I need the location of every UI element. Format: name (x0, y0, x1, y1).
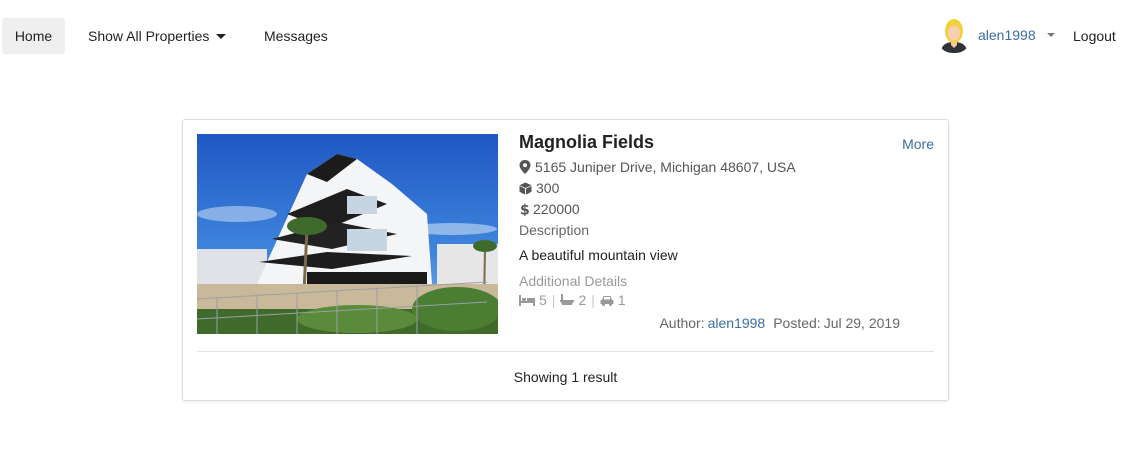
cube-icon (519, 182, 532, 195)
nav-messages-link[interactable]: Messages (264, 18, 328, 54)
description-label: Description (519, 222, 590, 238)
more-link[interactable]: More (902, 136, 934, 152)
posted-label: Posted: (773, 315, 821, 331)
address-text: 5165 Juniper Drive, Michigan 48607, USA (535, 159, 796, 175)
separator: | (551, 292, 556, 308)
address-row: 5165 Juniper Drive, Michigan 48607, USA (519, 159, 796, 175)
area-row: 300 (519, 180, 559, 196)
posted-date: Jul 29, 2019 (823, 315, 900, 331)
divider (197, 351, 934, 352)
beds-count: 5 (539, 292, 547, 308)
nav-all-properties-dropdown[interactable]: Show All Properties (88, 18, 227, 54)
navbar: Home Show All Properties Messages alen19… (0, 0, 1142, 72)
area-text: 300 (536, 180, 560, 196)
caret-down-icon (216, 34, 227, 39)
bed-icon (519, 294, 535, 306)
map-marker-icon (519, 160, 531, 174)
caret-down-icon (1046, 33, 1055, 37)
car-icon (600, 295, 614, 306)
author-label: Author: (659, 315, 705, 331)
post-meta: Author: alen1998 Posted: Jul 29, 2019 (659, 315, 900, 331)
author-link[interactable]: alen1998 (708, 315, 766, 331)
property-card: Magnolia Fields More 5165 Juniper Drive,… (182, 119, 949, 401)
username-label: alen1998 (978, 27, 1036, 43)
property-title: Magnolia Fields (519, 132, 655, 152)
garages-count: 1 (617, 292, 626, 308)
nav-home-link[interactable]: Home (2, 18, 65, 54)
user-menu[interactable]: alen1998 (938, 16, 1055, 54)
property-photo[interactable] (197, 134, 498, 334)
price-text: 220000 (533, 201, 580, 217)
bath-icon (560, 294, 575, 305)
logout-link[interactable]: Logout (1073, 18, 1116, 54)
description-text: A beautiful mountain view (519, 247, 678, 263)
additional-details-label: Additional Details (519, 273, 628, 289)
result-count: Showing 1 result (513, 369, 618, 385)
features-row: 5 | 2 | 1 (519, 292, 626, 308)
avatar (938, 17, 970, 53)
baths-count: 2 (578, 292, 587, 308)
dollar-icon: $ (520, 203, 529, 217)
price-row: $ 220000 (519, 201, 580, 217)
nav-all-properties-label: Show All Properties (88, 28, 210, 44)
separator: | (591, 292, 595, 308)
svg-text:$: $ (520, 203, 529, 217)
